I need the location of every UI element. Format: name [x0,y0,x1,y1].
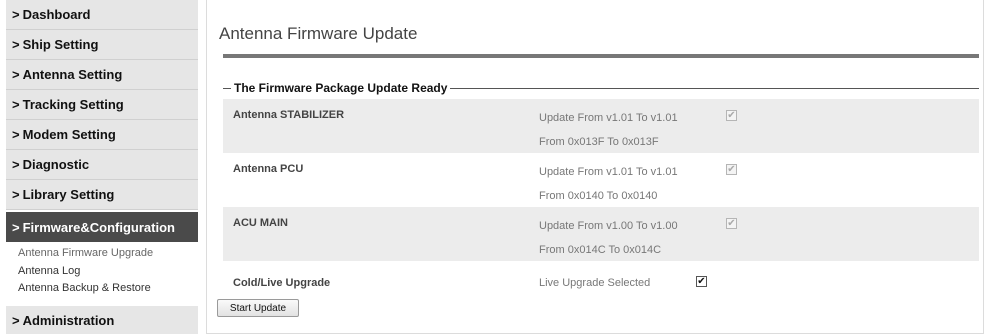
chevron-right-icon: > [12,97,20,112]
nav-library-setting[interactable]: > Library Setting [6,180,198,210]
chevron-right-icon: > [12,313,20,328]
firmware-row-acu-main: ACU MAIN Update From v1.00 To v1.00 From… [223,207,979,261]
submenu-antenna-log[interactable]: Antenna Log [18,265,80,277]
nav-administration[interactable]: > Administration [6,306,198,334]
nav-tracking-setting[interactable]: > Tracking Setting [6,90,198,120]
live-upgrade-checkbox[interactable]: ✔ [696,276,707,287]
nav-modem-setting[interactable]: > Modem Setting [6,120,198,150]
nav-firmware-configuration[interactable]: > Firmware&Configuration [6,212,198,242]
start-update-button[interactable]: Start Update [217,299,299,317]
acu-main-checkbox: ✔ [726,218,737,229]
nav-diagnostic[interactable]: > Diagnostic [6,150,198,180]
firmware-row-stabilizer: Antenna STABILIZER Update From v1.01 To … [223,99,979,153]
nav-label: Diagnostic [22,157,90,172]
nav-label: Administration [22,313,115,328]
nav-label: Antenna Setting [22,67,123,82]
nav-dashboard[interactable]: > Dashboard [6,0,198,30]
nav-label: Ship Setting [22,37,99,52]
component-name: Antenna PCU [233,163,304,175]
nav-antenna-setting[interactable]: > Antenna Setting [6,60,198,90]
component-name: ACU MAIN [233,217,288,229]
update-version-text: Update From v1.01 To v1.01 [539,112,678,124]
nav-label: Firmware&Configuration [22,219,175,235]
upgrade-mode-label: Cold/Live Upgrade [233,277,331,289]
chevron-right-icon: > [12,127,20,142]
chevron-right-icon: > [12,7,20,22]
upgrade-mode-value: Live Upgrade Selected [539,277,651,289]
component-name: Antenna STABILIZER [233,109,345,121]
update-version-text: Update From v1.01 To v1.01 [539,166,678,178]
submenu-antenna-backup-restore[interactable]: Antenna Backup & Restore [18,282,151,294]
nav-label: Library Setting [22,187,115,202]
title-divider [223,54,979,58]
nav-ship-setting[interactable]: > Ship Setting [6,30,198,60]
submenu-antenna-firmware-upgrade[interactable]: Antenna Firmware Upgrade [18,247,153,259]
main-panel: Antenna Firmware Update The Firmware Pac… [206,0,984,334]
nav-label: Tracking Setting [22,97,124,112]
sidebar: > Dashboard > Ship Setting > Antenna Set… [6,0,198,334]
chevron-right-icon: > [12,157,20,172]
update-version-text: Update From v1.00 To v1.00 [539,220,678,232]
nav-label: Dashboard [22,7,91,22]
chevron-right-icon: > [12,67,20,82]
chevron-right-icon: > [12,187,20,202]
chevron-right-icon: > [12,219,20,235]
pcu-checkbox: ✔ [726,164,737,175]
upgrade-mode-row: Cold/Live Upgrade Live Upgrade Selected … [223,261,979,311]
stabilizer-checkbox: ✔ [726,110,737,121]
firmware-package-section: The Firmware Package Update Ready Antenn… [223,81,979,322]
chevron-right-icon: > [12,37,20,52]
submenu-firmware: Antenna Firmware Upgrade Antenna Log Ant… [6,244,198,304]
nav-label: Modem Setting [22,127,116,142]
update-address-text: From 0x0140 To 0x0140 [539,190,658,202]
update-address-text: From 0x013F To 0x013F [539,136,659,148]
section-legend: The Firmware Package Update Ready [231,81,451,95]
firmware-row-pcu: Antenna PCU Update From v1.01 To v1.01 F… [223,153,979,207]
page-title: Antenna Firmware Update [219,24,418,43]
update-address-text: From 0x014C To 0x014C [539,244,662,256]
